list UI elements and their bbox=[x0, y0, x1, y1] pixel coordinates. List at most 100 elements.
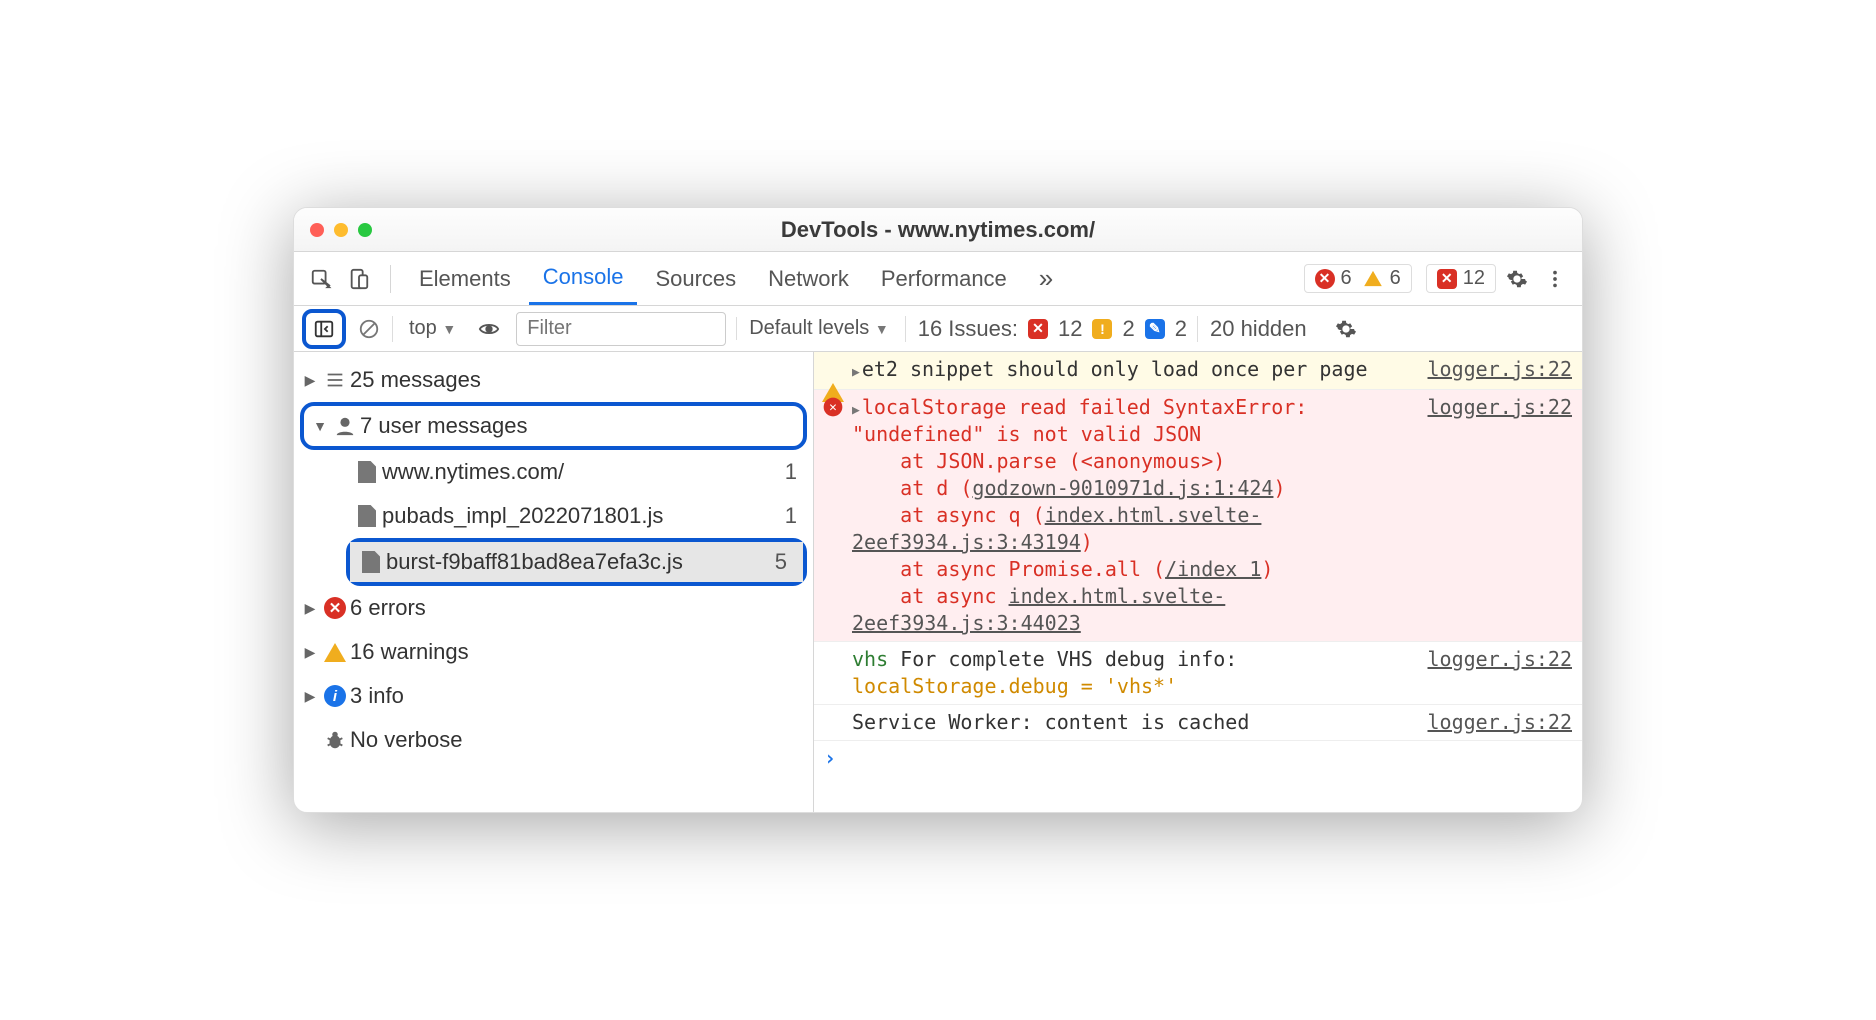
devtools-window: DevTools - www.nytimes.com/ Elements Con… bbox=[293, 207, 1583, 813]
sidebar-item-label: 25 messages bbox=[350, 367, 803, 393]
stack-line-pre: at async q ( bbox=[900, 503, 1045, 527]
filter-input[interactable] bbox=[516, 312, 726, 346]
console-filterbar: top ▼ Default levels ▼ 16 Issues: ✕ 12 !… bbox=[294, 306, 1582, 352]
sidebar-item-errors[interactable]: ▶ ✕ 6 errors bbox=[294, 586, 813, 630]
devtools-tabs: Elements Console Sources Network Perform… bbox=[294, 252, 1582, 306]
chevron-down-icon: ▼ bbox=[875, 321, 889, 337]
sidebar-file-count: 1 bbox=[785, 459, 803, 485]
source-link[interactable]: logger.js:22 bbox=[1420, 394, 1573, 637]
warning-icon bbox=[822, 356, 844, 385]
tabs-overflow-icon[interactable]: » bbox=[1025, 252, 1067, 305]
live-expression-icon[interactable] bbox=[472, 312, 506, 346]
console-message-error[interactable]: ✕ ▶localStorage read failed SyntaxError:… bbox=[814, 390, 1582, 642]
sidebar-toggle-highlight bbox=[302, 309, 346, 349]
issues-label: 16 Issues: bbox=[918, 316, 1018, 342]
stack-line-pre: at d ( bbox=[900, 476, 972, 500]
sidebar-item-user-messages[interactable]: ▼ 7 user messages bbox=[304, 406, 803, 446]
console-code: localStorage.debug = 'vhs*' bbox=[852, 674, 1177, 698]
chevron-down-icon: ▼ bbox=[442, 321, 456, 337]
issues-summary[interactable]: 16 Issues: ✕ 12 ! 2 ✎ 2 bbox=[905, 316, 1187, 342]
console-output: ▶et2 snippet should only load once per p… bbox=[814, 352, 1582, 812]
sidebar-item-warnings[interactable]: ▶ 16 warnings bbox=[294, 630, 813, 674]
chevron-right-icon: ▶ bbox=[300, 600, 320, 617]
log-tag: vhs bbox=[852, 647, 888, 671]
kebab-menu-icon[interactable] bbox=[1538, 262, 1572, 296]
inspect-icon[interactable] bbox=[304, 262, 338, 296]
issues-x-count: 12 bbox=[1463, 267, 1485, 290]
error-icon: ✕ bbox=[320, 597, 350, 619]
context-selector[interactable]: top ▼ bbox=[403, 317, 462, 340]
stack-link[interactable]: godzown-9010971d.js:1:424 bbox=[972, 476, 1273, 500]
sidebar-toggle-icon[interactable] bbox=[310, 315, 338, 343]
stack-line: at JSON.parse (<anonymous>) bbox=[900, 449, 1225, 473]
sidebar-item-messages[interactable]: ▶ 25 messages bbox=[294, 358, 813, 402]
sidebar-file-item[interactable]: www.nytimes.com/ 1 bbox=[294, 450, 813, 494]
separator bbox=[390, 265, 391, 293]
warning-count: 6 bbox=[1390, 267, 1401, 290]
console-message-warn[interactable]: ▶et2 snippet should only load once per p… bbox=[814, 352, 1582, 390]
tab-console[interactable]: Console bbox=[529, 252, 638, 305]
sidebar-item-label: No verbose bbox=[350, 727, 803, 753]
console-message-log[interactable]: vhs For complete VHS debug info: localSt… bbox=[814, 642, 1582, 705]
chevron-down-icon: ▼ bbox=[310, 418, 330, 434]
sidebar-file-count: 1 bbox=[785, 503, 803, 529]
separator bbox=[392, 316, 393, 342]
issues-info-count: 2 bbox=[1175, 316, 1187, 342]
sidebar-item-info[interactable]: ▶ i 3 info bbox=[294, 674, 813, 718]
spacer bbox=[822, 646, 844, 700]
sidebar-file-item[interactable]: pubads_impl_2022071801.js 1 bbox=[294, 494, 813, 538]
stack-link[interactable]: /index 1 bbox=[1165, 557, 1261, 581]
sidebar-file-label: burst-f9baff81bad8ea7efa3c.js bbox=[386, 549, 775, 575]
error-icon: ✕ bbox=[1315, 269, 1335, 289]
chevron-right-icon: ▶ bbox=[300, 372, 320, 389]
console-split: ▶ 25 messages ▼ 7 user messages www.nyti… bbox=[294, 352, 1582, 812]
sidebar-item-user-messages-highlight: ▼ 7 user messages bbox=[300, 402, 807, 450]
hidden-count[interactable]: 20 hidden bbox=[1197, 316, 1319, 342]
error-icon: ✕ bbox=[822, 394, 844, 637]
issues-x-icon: ✕ bbox=[1437, 269, 1457, 289]
sidebar-file-item-highlight: burst-f9baff81bad8ea7efa3c.js 5 bbox=[346, 538, 807, 586]
log-levels-selector[interactable]: Default levels ▼ bbox=[736, 317, 894, 340]
issues-warn-icon: ! bbox=[1092, 319, 1112, 339]
source-link[interactable]: logger.js:22 bbox=[1420, 646, 1573, 700]
sidebar-file-count: 5 bbox=[775, 549, 793, 575]
user-icon bbox=[330, 415, 360, 437]
tab-performance[interactable]: Performance bbox=[867, 252, 1021, 305]
issues-error-icon: ✕ bbox=[1028, 319, 1048, 339]
stack-line-pre: at async Promise.all ( bbox=[900, 557, 1165, 581]
console-text: "undefined" is not valid JSON bbox=[852, 422, 1201, 446]
source-link[interactable]: logger.js:22 bbox=[1420, 356, 1573, 385]
info-icon: i bbox=[320, 685, 350, 707]
console-prompt[interactable]: › bbox=[814, 741, 1582, 776]
file-icon bbox=[352, 461, 382, 483]
tab-elements[interactable]: Elements bbox=[405, 252, 525, 305]
device-toggle-icon[interactable] bbox=[342, 262, 376, 296]
error-count: 6 bbox=[1341, 267, 1352, 290]
tab-network[interactable]: Network bbox=[754, 252, 863, 305]
sidebar-item-label: 6 errors bbox=[350, 595, 803, 621]
issues-error-count: 12 bbox=[1058, 316, 1082, 342]
console-text: For complete VHS debug info: bbox=[900, 647, 1237, 671]
source-link[interactable]: logger.js:22 bbox=[1420, 709, 1573, 736]
issues-pill[interactable]: ✕ 12 bbox=[1426, 264, 1496, 293]
titlebar: DevTools - www.nytimes.com/ bbox=[294, 208, 1582, 252]
warning-icon bbox=[1364, 271, 1382, 286]
file-icon bbox=[356, 551, 386, 573]
list-icon bbox=[320, 369, 350, 391]
settings-icon[interactable] bbox=[1500, 262, 1534, 296]
sidebar-item-verbose[interactable]: No verbose bbox=[294, 718, 813, 762]
warning-icon bbox=[320, 643, 350, 662]
console-settings-icon[interactable] bbox=[1329, 312, 1363, 346]
sidebar-item-label: 16 warnings bbox=[350, 639, 803, 665]
sidebar-file-item-selected[interactable]: burst-f9baff81bad8ea7efa3c.js 5 bbox=[350, 542, 803, 582]
clear-console-icon[interactable] bbox=[356, 316, 382, 342]
sidebar-item-label: 3 info bbox=[350, 683, 803, 709]
chevron-right-icon: ▶ bbox=[852, 365, 860, 380]
chevron-right-icon: ▶ bbox=[300, 644, 320, 661]
console-sidebar: ▶ 25 messages ▼ 7 user messages www.nyti… bbox=[294, 352, 814, 812]
console-message-log[interactable]: Service Worker: content is cached logger… bbox=[814, 705, 1582, 741]
tab-sources[interactable]: Sources bbox=[641, 252, 750, 305]
error-warning-pill[interactable]: ✕ 6 6 bbox=[1304, 264, 1412, 293]
chevron-right-icon: ▶ bbox=[300, 688, 320, 705]
chevron-right-icon: ▶ bbox=[852, 403, 860, 418]
